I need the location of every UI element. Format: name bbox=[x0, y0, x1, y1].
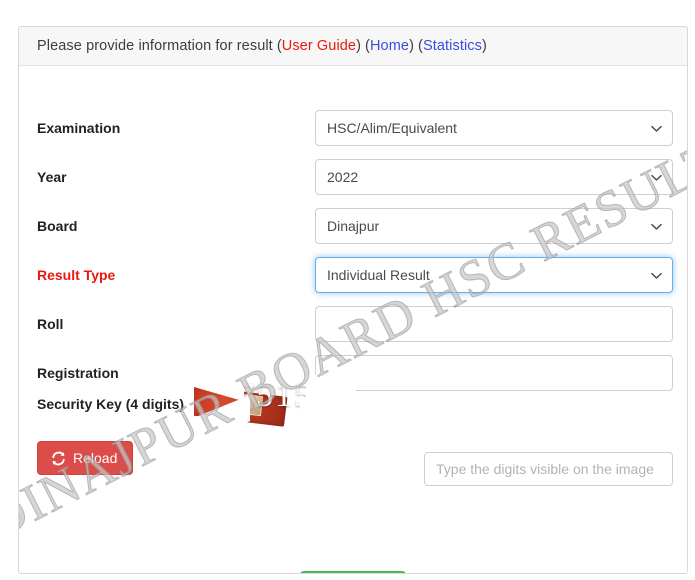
paren-close-2: ) bbox=[409, 38, 415, 54]
label-board: Board bbox=[37, 218, 78, 234]
captcha-image: 7515 bbox=[194, 375, 356, 437]
reload-button-label: Reload bbox=[73, 450, 118, 466]
label-examination: Examination bbox=[37, 120, 121, 136]
field-row-result-type: Result Type bbox=[19, 257, 687, 293]
result-type-select[interactable] bbox=[315, 257, 673, 293]
get-result-button[interactable]: Get Result bbox=[299, 571, 407, 573]
roll-field bbox=[315, 306, 673, 342]
registration-field bbox=[315, 355, 673, 391]
year-select[interactable] bbox=[315, 159, 673, 195]
registration-input[interactable] bbox=[315, 355, 673, 391]
statistics-link[interactable]: Statistics bbox=[423, 38, 482, 54]
label-security-key: Security Key (4 digits) bbox=[37, 396, 185, 412]
user-guide-link[interactable]: User Guide bbox=[282, 38, 356, 54]
label-result-type: Result Type bbox=[37, 267, 116, 283]
field-row-board: Board bbox=[19, 208, 687, 244]
security-key-field bbox=[424, 452, 673, 486]
field-row-roll: Roll bbox=[19, 306, 687, 342]
reload-button[interactable]: Reload bbox=[37, 441, 134, 475]
field-row-examination: Examination bbox=[19, 110, 687, 146]
board-field bbox=[315, 208, 673, 244]
paren-close-1: ) bbox=[356, 38, 362, 54]
card-body: Examination Year bbox=[19, 66, 687, 573]
label-roll: Roll bbox=[37, 316, 64, 332]
paren-close-3: ) bbox=[481, 38, 487, 54]
board-select[interactable] bbox=[315, 208, 673, 244]
label-year: Year bbox=[37, 169, 67, 185]
card-header-text: Please provide information for result bbox=[37, 38, 273, 54]
result-type-field bbox=[315, 257, 673, 293]
refresh-icon bbox=[51, 451, 66, 466]
field-row-year: Year bbox=[19, 159, 687, 195]
home-link[interactable]: Home bbox=[370, 38, 409, 54]
examination-select[interactable] bbox=[315, 110, 673, 146]
roll-input[interactable] bbox=[315, 306, 673, 342]
examination-field bbox=[315, 110, 673, 146]
submit-row: Get Result bbox=[19, 571, 687, 573]
result-form-card: Please provide information for result(Us… bbox=[18, 26, 688, 574]
card-header: Please provide information for result(Us… bbox=[19, 27, 687, 66]
year-field bbox=[315, 159, 673, 195]
security-key-input[interactable] bbox=[424, 452, 673, 486]
page-root: Please provide information for result(Us… bbox=[0, 0, 695, 580]
label-registration: Registration bbox=[37, 365, 119, 381]
